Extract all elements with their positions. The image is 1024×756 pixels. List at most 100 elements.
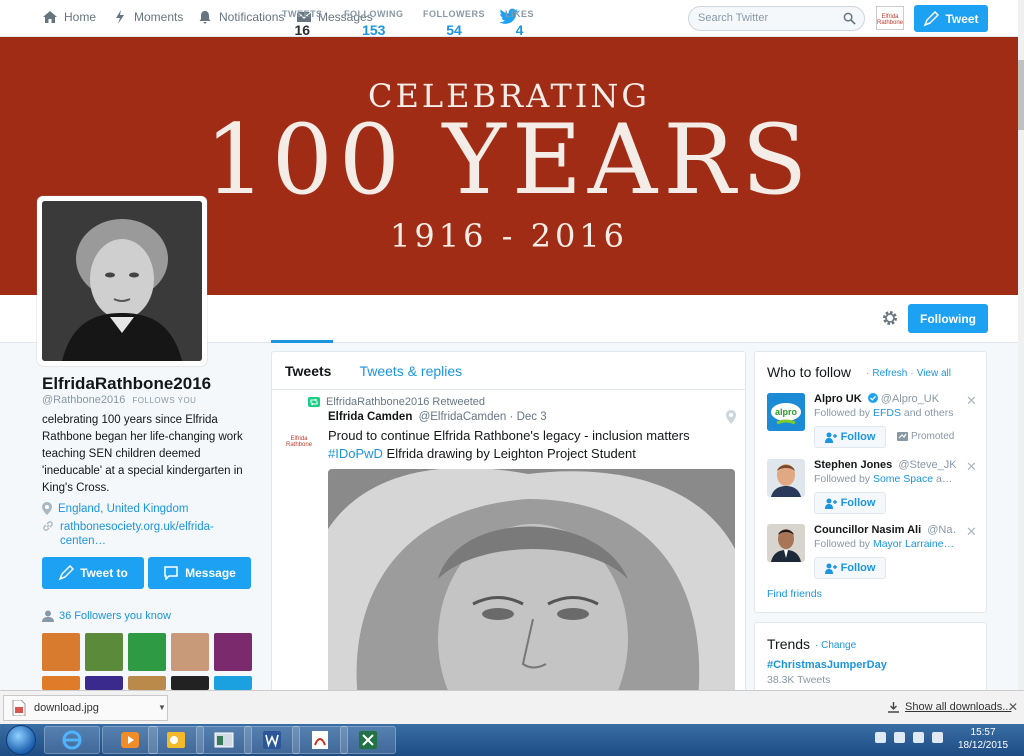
download-item[interactable]: download.jpg xyxy=(3,695,168,721)
network-icon[interactable] xyxy=(913,732,924,743)
compose-tweet-button[interactable]: Tweet xyxy=(914,5,988,32)
show-all-downloads-link[interactable]: Show all downloads... xyxy=(888,701,1011,713)
retweet-context: ElfridaRathbone2016 Retweeted xyxy=(308,396,485,408)
profile-avatar[interactable] xyxy=(37,196,207,366)
view-all-link[interactable]: View all xyxy=(917,368,951,379)
download-icon xyxy=(888,701,899,713)
account-avatar[interactable]: Elfrida Rathbone xyxy=(876,6,904,30)
search-icon[interactable] xyxy=(843,12,856,25)
find-friends-link[interactable]: Find friends xyxy=(767,588,822,600)
tweet-text-rest: Elfrida drawing by Leighton Project Stud… xyxy=(382,446,636,461)
stat-followers-value: 54 xyxy=(446,22,462,38)
tweet-media-image[interactable] xyxy=(328,469,735,695)
following-button[interactable]: Following xyxy=(908,304,988,333)
trend-hashtag[interactable]: #ChristmasJumperDay xyxy=(767,659,887,671)
trends-title: Trends xyxy=(767,636,811,652)
follower-thumbnail[interactable] xyxy=(128,633,166,671)
search-input[interactable]: Search Twitter xyxy=(688,6,865,31)
profile-name[interactable]: ElfridaRathbone2016 xyxy=(42,374,211,394)
who-to-follow-module: Who to follow · Refresh · View all alpro Al… xyxy=(754,351,987,613)
suggestion-name-row: Councillor Nasim Ali @Na… xyxy=(814,524,956,536)
tweet-author-name[interactable]: Elfrida Camden xyxy=(328,411,412,423)
gear-icon[interactable] xyxy=(881,309,899,327)
suggestion-handle[interactable]: @Steve_JK… xyxy=(898,459,956,471)
quill-icon xyxy=(58,565,75,581)
stat-likes[interactable]: LIKES 4 xyxy=(505,9,534,38)
followed-by-link[interactable]: EFDS xyxy=(873,407,901,419)
follower-thumbnail[interactable] xyxy=(42,676,80,690)
chevron-down-icon[interactable]: ▼ xyxy=(158,703,166,712)
follow-button[interactable]: Follow xyxy=(814,426,886,448)
followed-by-link[interactable]: Some Space xyxy=(873,473,933,485)
followers-you-know-link[interactable]: 36 Followers you know xyxy=(42,610,171,622)
follows-you-badge: FOLLOWS YOU xyxy=(132,396,197,405)
suggestion-name[interactable]: Councillor Nasim Ali xyxy=(814,524,921,536)
profile-url: rathbonesociety.org.uk/elfrida-centen… xyxy=(42,520,230,548)
dismiss-icon[interactable]: ✕ xyxy=(966,459,977,475)
dismiss-icon[interactable]: ✕ xyxy=(966,524,977,540)
trends-change-link[interactable]: · Change xyxy=(815,640,856,651)
suggestion-handle[interactable]: @Na… xyxy=(927,524,956,536)
tweets-timeline: Tweets Tweets & replies ElfridaRathbone2… xyxy=(271,351,746,696)
person-icon xyxy=(42,610,54,622)
start-button[interactable] xyxy=(6,725,36,755)
profile-location-text[interactable]: England, United Kingdom xyxy=(58,503,188,515)
taskbar-excel[interactable] xyxy=(340,726,396,754)
tab-tweets[interactable]: Tweets xyxy=(285,363,331,389)
tweet-author-handle[interactable]: @ElfridaCamden xyxy=(419,411,507,423)
followed-by-prefix: Followed by xyxy=(814,538,873,550)
follow-button[interactable]: Follow xyxy=(814,492,886,514)
retweeted-by-text[interactable]: ElfridaRathbone2016 Retweeted xyxy=(326,396,485,408)
flag-icon[interactable] xyxy=(894,732,905,743)
taskbar-clock[interactable]: 15:57 18/12/2015 xyxy=(958,726,1008,752)
follow-button-label: Follow xyxy=(840,497,876,509)
message-button[interactable]: Message xyxy=(148,557,251,589)
profile-url-text[interactable]: rathbonesociety.org.uk/elfrida-centen… xyxy=(60,520,230,548)
stat-following[interactable]: FOLLOWING 153 xyxy=(344,9,404,38)
stat-likes-label: LIKES xyxy=(505,9,535,19)
refresh-link[interactable]: Refresh xyxy=(872,368,907,379)
suggestion-followed-by: Followed by EFDS and others xyxy=(814,407,956,419)
tweet-hashtag[interactable]: #IDoPwD xyxy=(328,446,383,461)
trend-tweet-count: 38.3K Tweets xyxy=(767,674,831,686)
suggestion-avatar[interactable] xyxy=(767,524,805,562)
tweet-date[interactable]: Dec 3 xyxy=(517,411,547,423)
nav-home[interactable]: Home xyxy=(42,9,96,25)
close-icon[interactable]: ✕ xyxy=(1008,700,1018,714)
location-pin-icon[interactable] xyxy=(726,410,736,424)
suggestion-name[interactable]: Alpro UK xyxy=(814,393,862,405)
follower-thumbnail[interactable] xyxy=(128,676,166,690)
tray-arrow-icon[interactable] xyxy=(875,732,886,743)
volume-icon[interactable] xyxy=(932,732,943,743)
page-scrollbar-thumb[interactable] xyxy=(1018,60,1024,130)
tweet-to-button[interactable]: Tweet to xyxy=(42,557,144,589)
nav-moments[interactable]: Moments xyxy=(112,9,183,25)
taskbar-internet-explorer[interactable] xyxy=(44,726,100,754)
follower-thumbnail[interactable] xyxy=(171,633,209,671)
verified-badge-icon xyxy=(867,393,878,403)
follower-thumbnail[interactable] xyxy=(171,676,209,690)
stat-tweets[interactable]: TWEETS 16 xyxy=(282,9,323,38)
profile-handle[interactable]: @Rathbone2016 xyxy=(42,394,125,406)
tweet-author-avatar[interactable]: Elfrida Rathbone xyxy=(281,422,317,458)
stat-followers[interactable]: FOLLOWERS 54 xyxy=(423,9,485,38)
follower-thumbnail[interactable] xyxy=(214,676,252,690)
dismiss-icon[interactable]: ✕ xyxy=(966,393,977,409)
tab-tweets-and-replies[interactable]: Tweets & replies xyxy=(359,363,462,389)
follow-button[interactable]: Follow xyxy=(814,557,886,579)
suggestion-handle[interactable]: @Alpro_UK xyxy=(881,393,939,405)
alpro-logo: alpro xyxy=(767,393,805,431)
follower-thumbnail[interactable] xyxy=(42,633,80,671)
suggestion-avatar[interactable]: alpro xyxy=(767,393,805,431)
follower-thumbnail[interactable] xyxy=(85,633,123,671)
clock-date: 18/12/2015 xyxy=(958,740,1009,751)
outlook-icon xyxy=(167,732,185,748)
follower-thumbnail[interactable] xyxy=(85,676,123,690)
follower-thumbnail[interactable] xyxy=(214,633,252,671)
suggestion-name-row: Alpro UK @Alpro_UK xyxy=(814,393,956,405)
nav-notifications[interactable]: Notifications xyxy=(197,9,284,25)
suggestion-avatar[interactable] xyxy=(767,459,805,497)
followed-by-link[interactable]: Mayor Larraine… xyxy=(873,538,954,550)
active-stat-underline xyxy=(271,340,333,343)
suggestion-name[interactable]: Stephen Jones xyxy=(814,459,892,471)
